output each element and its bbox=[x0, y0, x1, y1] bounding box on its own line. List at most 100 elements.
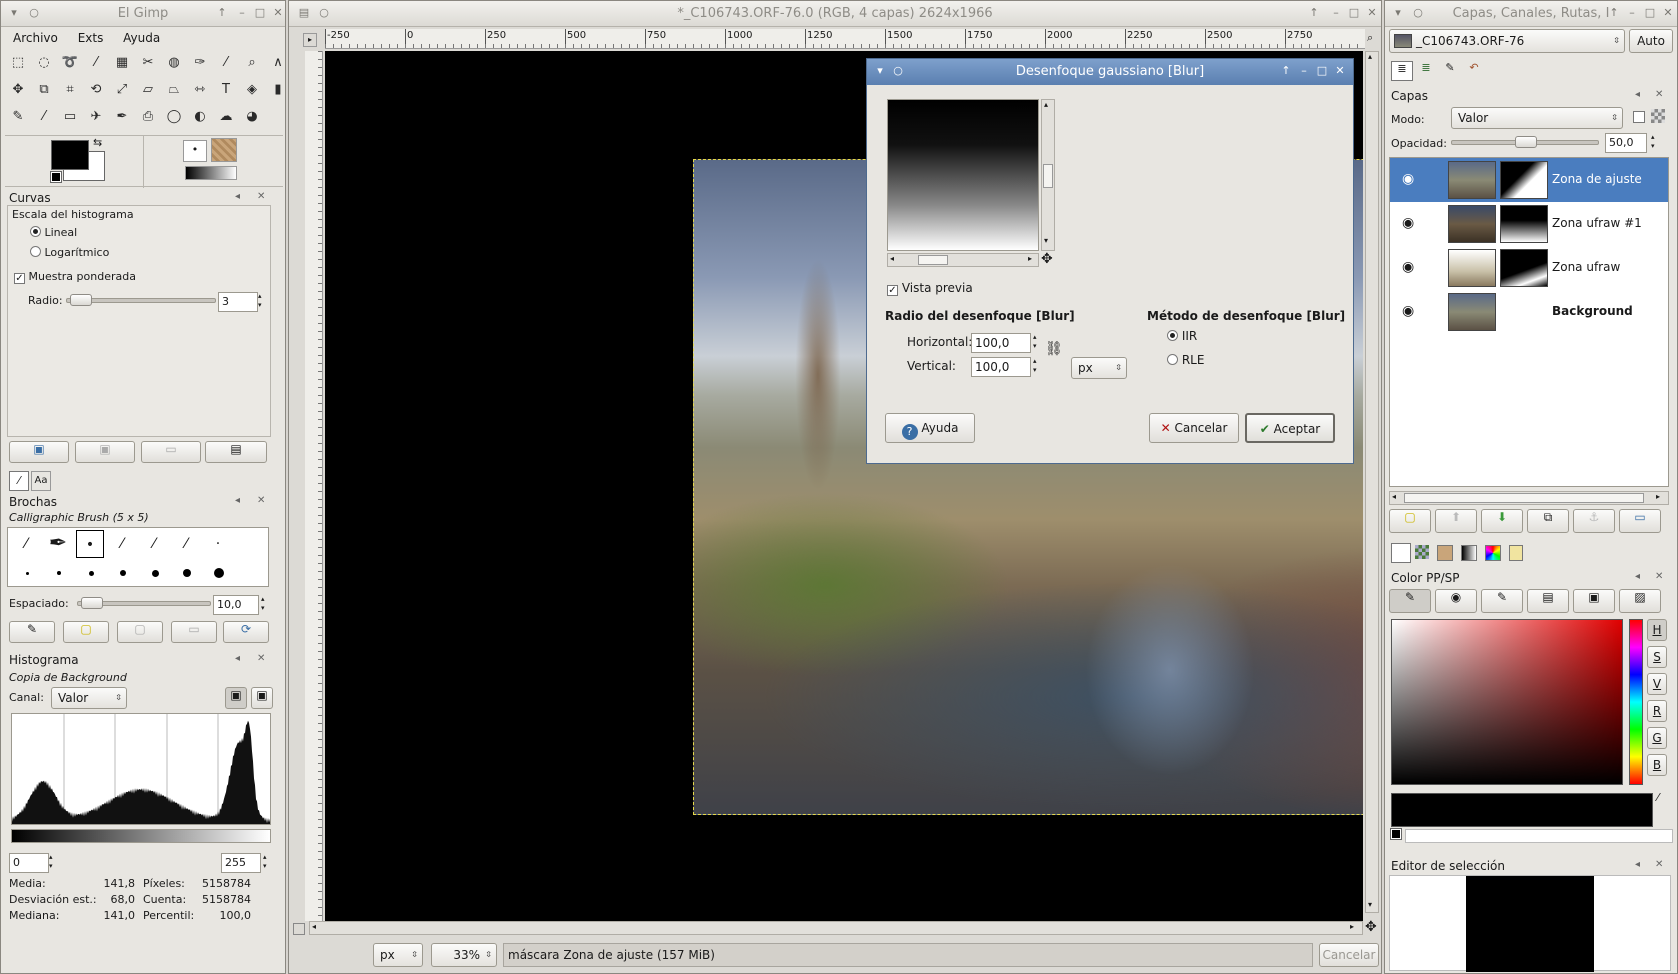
tab-brush-color-icon[interactable]: ✎ bbox=[1481, 589, 1523, 613]
eyedropper-icon[interactable]: ⁄ bbox=[1657, 791, 1659, 804]
radio-rle-indicator[interactable] bbox=[1167, 354, 1178, 365]
lower-layer-button[interactable]: ⬇ bbox=[1481, 509, 1523, 533]
menu-archivo[interactable]: Archivo bbox=[13, 31, 58, 45]
log-histogram-button[interactable]: ▣ bbox=[251, 687, 273, 709]
weighted-check-indicator[interactable]: ✓ bbox=[14, 273, 25, 284]
sticky-icon[interactable]: ○ bbox=[317, 6, 331, 20]
blur-unit-select[interactable]: px ⇳ bbox=[1071, 357, 1127, 379]
brush-item[interactable] bbox=[183, 569, 191, 577]
weighted-sample-checkbox[interactable]: ✓ Muestra ponderada bbox=[14, 270, 136, 284]
auto-button[interactable]: Auto bbox=[1629, 29, 1673, 53]
perspective-icon[interactable]: ⏢ bbox=[163, 78, 185, 100]
radio-iir[interactable]: IIR bbox=[1167, 329, 1197, 343]
eraser-icon[interactable]: ▭ bbox=[59, 105, 81, 127]
range-min-input[interactable]: 0 bbox=[9, 853, 49, 873]
brush-item[interactable] bbox=[25, 571, 29, 575]
tab-brushes-icon[interactable]: ⁄ bbox=[9, 471, 29, 491]
scroll-right-icon[interactable]: ▸ bbox=[1350, 922, 1354, 931]
window-menu-icon[interactable]: ▾ bbox=[873, 64, 887, 78]
preview-checkbox[interactable]: ✓ Vista previa bbox=[887, 281, 973, 296]
brush-grid[interactable]: ⁄ ✒ • ⁄ ⁄ ⁄ · bbox=[7, 527, 269, 587]
dodge-burn-icon[interactable]: ◕ bbox=[241, 105, 263, 127]
range-max-input[interactable]: 255 bbox=[221, 853, 261, 873]
layer-row[interactable]: ◉ Zona ufraw bbox=[1390, 246, 1668, 290]
tab-palette-icon[interactable] bbox=[1415, 545, 1429, 559]
layer-row[interactable]: ◉ Zona ufraw #1 bbox=[1390, 202, 1668, 246]
gradient-indicator[interactable] bbox=[185, 166, 237, 180]
channel-button-r[interactable]: R bbox=[1647, 700, 1667, 722]
radio-iir-indicator[interactable] bbox=[1167, 330, 1178, 341]
rotate-icon[interactable]: ⟲ bbox=[85, 78, 107, 100]
tab-wheel-icon[interactable]: ◉ bbox=[1435, 589, 1477, 613]
pattern-indicator[interactable] bbox=[211, 138, 237, 162]
selection-preview[interactable] bbox=[1466, 876, 1594, 972]
ellipse-select-icon[interactable]: ◌ bbox=[33, 51, 55, 73]
vertical-spin-icon[interactable]: ▴ ▾ bbox=[1033, 357, 1037, 375]
tab-gradient-icon[interactable] bbox=[1461, 545, 1477, 561]
preview-area[interactable] bbox=[887, 99, 1039, 251]
channel-select[interactable]: Valor ⇳ bbox=[51, 687, 127, 709]
tab-cmyk-icon[interactable]: ▤ bbox=[1527, 589, 1569, 613]
opacity-slider-thumb[interactable] bbox=[1515, 136, 1537, 148]
image-selector[interactable]: _C106743.ORF-76 ⇳ bbox=[1389, 29, 1625, 53]
move-icon[interactable]: ✥ bbox=[7, 78, 29, 100]
shade-icon[interactable]: ↑ bbox=[1307, 6, 1321, 20]
scroll-right-icon[interactable]: ▸ bbox=[1028, 254, 1032, 263]
histogram-view[interactable] bbox=[11, 713, 271, 825]
minimize-icon[interactable]: – bbox=[1297, 64, 1311, 78]
tab-layers-icon[interactable]: ≣ bbox=[1391, 61, 1413, 81]
radio-lineal[interactable]: Lineal bbox=[30, 226, 77, 239]
navigate-icon[interactable]: ✥ bbox=[1041, 251, 1053, 267]
measure-icon[interactable]: ∧ bbox=[267, 51, 285, 73]
maximize-icon[interactable]: □ bbox=[1315, 64, 1329, 78]
brush-item[interactable] bbox=[120, 570, 126, 576]
minimize-icon[interactable]: – bbox=[1625, 6, 1639, 20]
layer-thumbnail[interactable] bbox=[1448, 205, 1496, 243]
shade-icon[interactable]: ↑ bbox=[215, 6, 229, 20]
window-menu-icon[interactable]: ▤ bbox=[297, 6, 311, 20]
dock-menu-icon[interactable]: ◂ bbox=[1635, 89, 1640, 100]
brush-item[interactable]: ⁄ bbox=[108, 530, 136, 558]
brush-item[interactable] bbox=[214, 568, 224, 578]
airbrush-icon[interactable]: ✈ bbox=[85, 105, 107, 127]
flip-icon[interactable]: ⇿ bbox=[189, 78, 211, 100]
edit-brush-button[interactable]: ✎ bbox=[9, 621, 55, 643]
tab-pattern-icon[interactable] bbox=[1437, 545, 1453, 561]
close-icon[interactable]: ✕ bbox=[1365, 6, 1379, 20]
blur-icon[interactable]: ◐ bbox=[189, 105, 211, 127]
window-menu-icon[interactable]: ▾ bbox=[7, 6, 21, 20]
foreground-color-swatch[interactable] bbox=[51, 140, 89, 170]
spacing-spin-icon[interactable]: ▴ ▾ bbox=[261, 595, 265, 613]
shade-icon[interactable]: ↑ bbox=[1279, 64, 1293, 78]
radio-logaritmico[interactable]: Logarítmico bbox=[30, 246, 109, 259]
delete-brush-button[interactable]: ▭ bbox=[171, 621, 217, 643]
tab-watercolor-icon[interactable]: ▣ bbox=[1573, 589, 1615, 613]
radius-input[interactable]: 3 bbox=[218, 292, 258, 312]
preview-check-indicator[interactable]: ✓ bbox=[887, 285, 898, 296]
reset-colors-icon[interactable] bbox=[50, 171, 62, 183]
shade-icon[interactable]: ↑ bbox=[1607, 6, 1621, 20]
anchor-layer-button[interactable]: ⚓ bbox=[1573, 509, 1615, 533]
eye-icon[interactable]: ◉ bbox=[1402, 259, 1414, 275]
bucket-fill-icon[interactable]: ◈ bbox=[241, 78, 263, 100]
shear-icon[interactable]: ▱ bbox=[137, 78, 159, 100]
layer-thumbnail[interactable] bbox=[1448, 161, 1496, 199]
close-icon[interactable]: ✕ bbox=[1661, 6, 1675, 20]
tab-paths-icon[interactable]: ✎ bbox=[1439, 61, 1461, 81]
zoom-icon[interactable]: ⌕ bbox=[241, 51, 263, 73]
text-icon[interactable]: T bbox=[215, 78, 237, 100]
status-cancel-button[interactable]: Cancelar bbox=[1319, 943, 1379, 967]
menu-exts[interactable]: Exts bbox=[78, 31, 104, 45]
lasso-icon[interactable]: ➰ bbox=[59, 51, 81, 73]
horizontal-spin-icon[interactable]: ▴ ▾ bbox=[1033, 333, 1037, 351]
save-options-button[interactable]: ▣ bbox=[9, 441, 69, 463]
radius-spin-icon[interactable]: ▴ ▾ bbox=[258, 292, 262, 310]
scale-icon[interactable]: ⤢ bbox=[111, 78, 133, 100]
layer-row[interactable]: ◉ Background bbox=[1390, 290, 1668, 334]
navigate-icon[interactable]: ✥ bbox=[1365, 919, 1377, 935]
mode-select[interactable]: Valor ⇳ bbox=[1451, 107, 1623, 129]
magic-wand-icon[interactable]: ⁄ bbox=[85, 51, 107, 73]
scroll-right-icon[interactable]: ▸ bbox=[1656, 492, 1660, 501]
layer-mask-thumbnail[interactable] bbox=[1500, 205, 1548, 243]
scroll-up-icon[interactable]: ▴ bbox=[1044, 100, 1048, 109]
